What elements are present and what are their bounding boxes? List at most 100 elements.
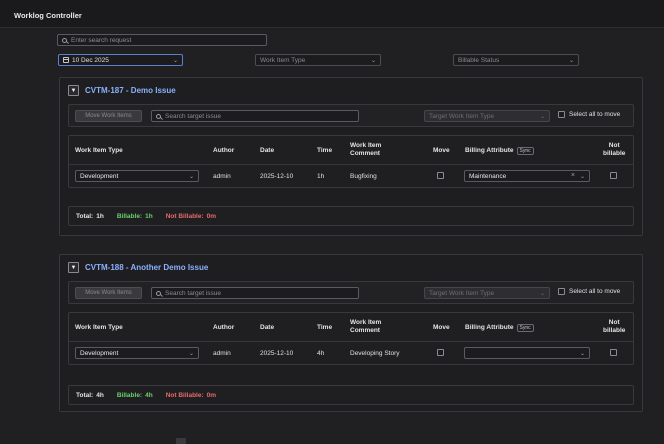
issue-panel: ▼ CVTM-187 - Demo Issue Move Work Items …	[59, 77, 643, 236]
billable-value: 1h	[145, 212, 153, 220]
select-all-to-move[interactable]: Select all to move	[558, 288, 620, 295]
target-issue-search-input[interactable]: Search target issue	[151, 110, 359, 122]
totals-bar: Total: 4h Billable: 4h Not Billable: 0m	[68, 385, 634, 405]
search-icon	[62, 37, 67, 43]
close-icon[interactable]: ×	[571, 172, 575, 179]
chevron-down-icon: ⌄	[370, 58, 376, 64]
chevron-down-icon: ⌄	[579, 174, 585, 180]
col-time: Time	[317, 324, 333, 331]
sync-button[interactable]: Sync	[516, 147, 534, 155]
header-divider	[69, 341, 633, 342]
issue-title[interactable]: CVTM-187 - Demo Issue	[85, 86, 176, 95]
not-billable-label: Not Billable:	[165, 212, 204, 220]
resize-handle[interactable]	[176, 438, 186, 444]
billable-value: 4h	[145, 391, 153, 399]
work-item-type-filter[interactable]: Work Item Type ⌄	[255, 54, 381, 66]
target-work-item-type-select[interactable]: Target Work Item Type ⌄	[424, 287, 550, 299]
select-all-checkbox[interactable]	[558, 288, 565, 295]
collapse-toggle-icon[interactable]: ▼	[68, 85, 79, 96]
col-date: Date	[260, 324, 275, 331]
move-work-items-button[interactable]: Move Work Items	[75, 110, 142, 122]
collapse-toggle-icon[interactable]: ▼	[68, 262, 79, 273]
col-comment-line2: Comment	[350, 327, 380, 334]
total-value: 1h	[96, 212, 104, 220]
billable-label: Billable:	[116, 212, 143, 220]
search-input[interactable]: Enter search request	[57, 34, 267, 46]
issue-title[interactable]: CVTM-188 - Another Demo Issue	[85, 263, 208, 272]
col-not-billable-line2: billable	[603, 327, 626, 334]
chevron-down-icon: ⌄	[188, 174, 194, 180]
target-issue-search-input[interactable]: Search target issue	[151, 287, 359, 299]
select-all-label: Select all to move	[569, 288, 621, 295]
move-work-items-button[interactable]: Move Work Items	[75, 287, 142, 299]
billable-label: Billable:	[116, 391, 143, 399]
col-not-billable: Not billable	[603, 319, 625, 335]
billable-status-filter[interactable]: Billable Status ⌄	[453, 54, 579, 66]
row-move-checkbox[interactable]	[437, 349, 444, 356]
date-value: 10 Dec 2025	[72, 56, 109, 64]
col-comment-line2: Comment	[350, 150, 380, 157]
row-work-item-type-select[interactable]: Development ⌄	[75, 347, 199, 359]
target-type-label: Target Work Item Type	[429, 112, 495, 120]
row-billing-attribute-select[interactable]: ⌄	[464, 347, 590, 359]
col-comment: Work Item Comment	[350, 319, 381, 335]
work-item-type-filter-label: Work Item Type	[260, 56, 306, 64]
row-billing-attribute: Maintenance	[469, 172, 507, 180]
chevron-down-icon: ⌄	[172, 58, 178, 64]
row-move-checkbox[interactable]	[437, 172, 444, 179]
issue-header: ▼ CVTM-187 - Demo Issue	[68, 85, 176, 96]
row-date: 2025-12-10	[260, 173, 294, 180]
row-billing-attribute-select[interactable]: Maintenance × ⌄	[464, 170, 590, 182]
row-author: admin	[213, 173, 231, 180]
col-billing-attribute: Billing Attribute Sync	[465, 324, 534, 332]
row-author: admin	[213, 350, 231, 357]
row-work-item-type: Development	[80, 349, 119, 357]
col-author: Author	[213, 147, 235, 154]
chevron-down-icon: ⌄	[188, 351, 194, 357]
total-label: Total:	[76, 391, 94, 399]
select-all-to-move[interactable]: Select all to move	[558, 111, 620, 118]
calendar-icon	[63, 57, 69, 63]
total-label: Total:	[76, 212, 94, 220]
row-not-billable-checkbox[interactable]	[610, 349, 617, 356]
not-billable-value: 0m	[206, 212, 217, 220]
col-billing-attribute-label: Billing Attribute	[465, 147, 514, 154]
col-time: Time	[317, 147, 333, 154]
row-work-item-type: Development	[80, 172, 119, 180]
chevron-down-icon: ⌄	[568, 58, 574, 64]
row-comment: Developing Story	[350, 350, 400, 357]
col-work-item-type: Work Item Type	[75, 324, 123, 331]
row-not-billable-checkbox[interactable]	[610, 172, 617, 179]
col-work-item-type: Work Item Type	[75, 147, 123, 154]
move-toolbar: Move Work Items Search target issue Targ…	[68, 281, 634, 304]
move-toolbar: Move Work Items Search target issue Targ…	[68, 104, 634, 127]
billable-status-filter-label: Billable Status	[458, 56, 500, 64]
target-work-item-type-select[interactable]: Target Work Item Type ⌄	[424, 110, 550, 122]
col-not-billable-line2: billable	[603, 150, 626, 157]
col-not-billable-line1: Not	[608, 142, 620, 149]
target-search-placeholder: Search target issue	[165, 289, 222, 297]
issue-header: ▼ CVTM-188 - Another Demo Issue	[68, 262, 208, 273]
col-billing-attribute-label: Billing Attribute	[465, 324, 514, 331]
col-move: Move	[433, 324, 450, 331]
sync-button[interactable]: Sync	[516, 324, 534, 332]
target-search-placeholder: Search target issue	[165, 112, 222, 120]
select-all-checkbox[interactable]	[558, 111, 565, 118]
row-comment: Bugfixing	[350, 173, 377, 180]
date-picker[interactable]: 10 Dec 2025 ⌄	[58, 54, 183, 66]
header-divider	[69, 164, 633, 165]
col-not-billable: Not billable	[603, 142, 625, 158]
worklog-table: Work Item Type Author Date Time Work Ite…	[68, 135, 634, 188]
chevron-down-icon: ⌄	[539, 114, 545, 120]
target-type-label: Target Work Item Type	[429, 289, 495, 297]
total-value: 4h	[96, 391, 104, 399]
search-placeholder: Enter search request	[71, 36, 132, 44]
col-not-billable-line1: Not	[608, 319, 620, 326]
row-work-item-type-select[interactable]: Development ⌄	[75, 170, 199, 182]
row-time: 1h	[317, 173, 325, 180]
issue-panel: ▼ CVTM-188 - Another Demo Issue Move Wor…	[59, 254, 643, 412]
col-comment: Work Item Comment	[350, 142, 381, 158]
col-comment-line1: Work Item	[350, 142, 382, 149]
title-bar: Worklog Controller	[0, 0, 664, 28]
chevron-down-icon: ⌄	[579, 351, 585, 357]
